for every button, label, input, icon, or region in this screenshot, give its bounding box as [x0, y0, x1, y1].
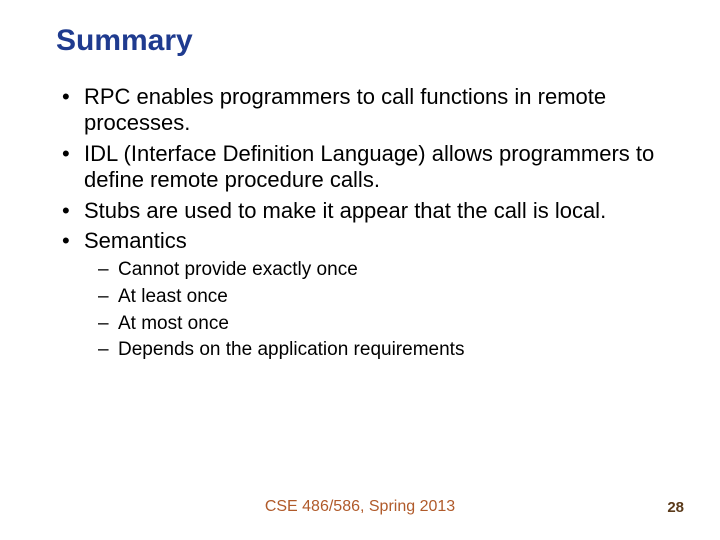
footer-course: CSE 486/586, Spring 2013 — [0, 498, 720, 516]
page-number: 28 — [667, 499, 684, 516]
sub-bullet-list: Cannot provide exactly once At least onc… — [84, 258, 672, 363]
sub-bullet-item: Cannot provide exactly once — [98, 258, 672, 283]
sub-bullet-item: At most once — [98, 312, 672, 337]
bullet-item: Semantics Cannot provide exactly once At… — [56, 228, 672, 363]
slide-title: Summary — [56, 24, 672, 58]
bullet-item: IDL (Interface Definition Language) allo… — [56, 141, 672, 194]
sub-bullet-item: Depends on the application requirements — [98, 338, 672, 363]
bullet-text: Semantics — [84, 228, 187, 253]
sub-bullet-item: At least once — [98, 285, 672, 310]
slide: Summary RPC enables programmers to call … — [0, 0, 720, 540]
bullet-item: RPC enables programmers to call function… — [56, 84, 672, 137]
bullet-item: Stubs are used to make it appear that th… — [56, 198, 672, 224]
bullet-list: RPC enables programmers to call function… — [56, 84, 672, 363]
